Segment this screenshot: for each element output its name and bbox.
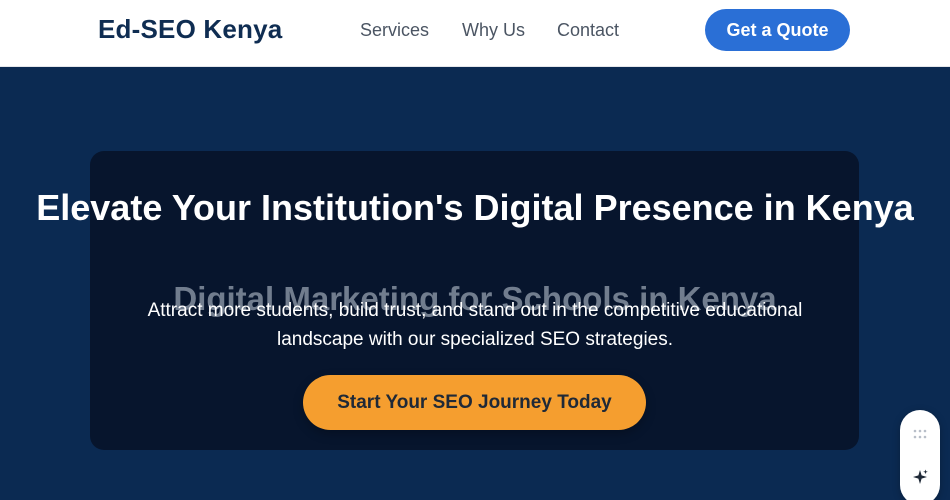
- nav-link-contact[interactable]: Contact: [557, 20, 619, 41]
- hero-title: Elevate Your Institution's Digital Prese…: [36, 187, 914, 228]
- nav-link-services[interactable]: Services: [360, 20, 429, 41]
- floating-widget[interactable]: [900, 410, 940, 500]
- hero-description: Attract more students, build trust, and …: [147, 300, 803, 350]
- brand-logo[interactable]: Ed-SEO Kenya: [98, 14, 282, 45]
- hero-section: Elevate Your Institution's Digital Prese…: [0, 67, 950, 500]
- navbar: Ed-SEO Kenya Services Why Us Contact Get…: [0, 0, 950, 67]
- get-quote-button[interactable]: Get a Quote: [705, 9, 850, 51]
- grip-icon[interactable]: [912, 428, 928, 440]
- nav-link-why-us[interactable]: Why Us: [462, 20, 525, 41]
- sparkle-icon[interactable]: [911, 468, 929, 486]
- start-seo-journey-button[interactable]: Start Your SEO Journey Today: [303, 375, 646, 430]
